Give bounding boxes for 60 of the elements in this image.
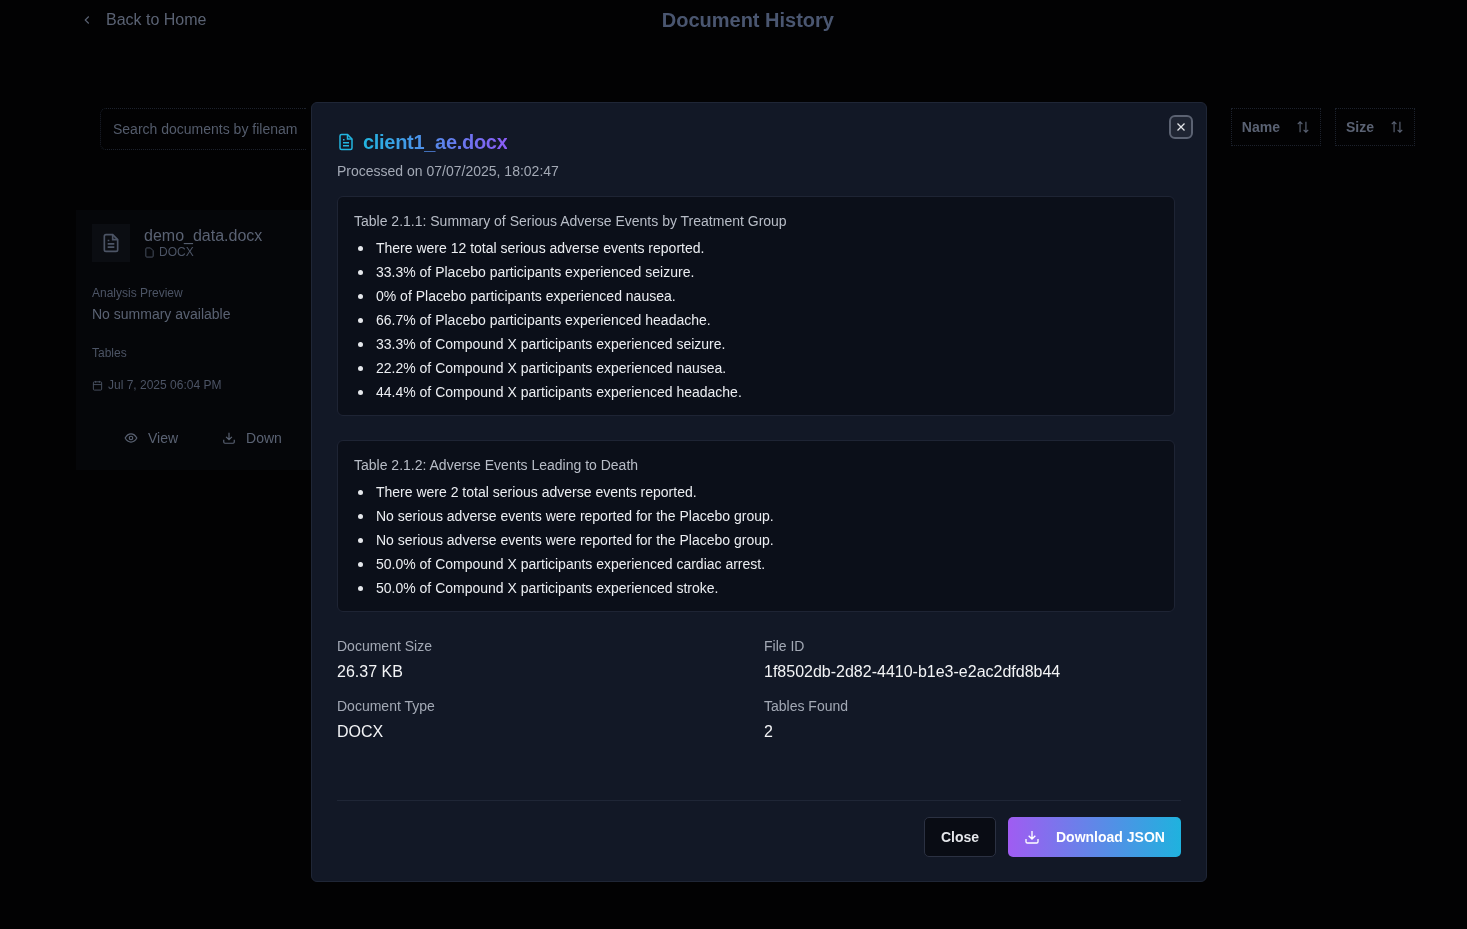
eye-icon — [124, 431, 138, 445]
summary-item: 44.4% of Compound X participants experienced headache. — [376, 384, 742, 400]
download-icon — [1024, 829, 1040, 845]
summary-item: There were 12 total serious adverse events reported. — [376, 240, 705, 256]
table-heading: Table 2.1.1: Summary of Serious Adverse Events by Treatment Group — [354, 213, 788, 229]
detail-label: Tables Found — [764, 698, 850, 714]
calendar-icon — [92, 379, 103, 391]
document-icon — [337, 132, 355, 152]
bullet-icon — [358, 317, 363, 323]
detail-value: 1f8502db-2d82-4410-b1e3-e2ac2dfd8b44 — [764, 663, 1062, 681]
bullet-icon — [358, 537, 363, 543]
bullet-icon — [358, 341, 363, 347]
bullet-icon — [358, 365, 363, 371]
sort-button[interactable]: Size — [1335, 108, 1415, 146]
detail-value: 26.37 KB — [337, 663, 404, 681]
document-type: DOCX — [159, 245, 194, 259]
page-title: Document History — [661, 8, 834, 32]
search-field[interactable]: Search documents by filenam — [101, 109, 306, 149]
summary-item: 33.3% of Compound X participants experienced seizure. — [376, 336, 726, 352]
file-icon — [144, 246, 155, 258]
processed-date: Processed on 07/07/2025, 18:02:47 — [337, 163, 560, 179]
bullet-icon — [358, 561, 363, 567]
detail-label: Document Type — [337, 698, 436, 714]
file-icon — [92, 224, 130, 262]
preview-label: Analysis Preview — [92, 286, 184, 300]
bullet-icon — [358, 585, 363, 591]
detail-value: DOCX — [337, 723, 385, 741]
back-link[interactable]: Back to Home — [80, 11, 207, 29]
download-icon — [222, 431, 237, 445]
bullet-icon — [358, 513, 363, 519]
bullet-icon — [358, 389, 363, 395]
document-date: Jul 7, 2025 06:04 PM — [108, 378, 222, 392]
summary-item: 0% of Placebo participants experienced nausea. — [376, 288, 676, 304]
sort-icon — [1390, 120, 1404, 134]
bullet-icon — [358, 293, 363, 299]
summary-item: 22.2% of Compound X participants experienced nausea. — [376, 360, 727, 376]
summary-item: No serious adverse events were reported for the Placebo group. — [376, 532, 774, 548]
detail-value: 2 — [764, 723, 774, 741]
bullet-icon — [358, 489, 363, 495]
sort-button[interactable]: Name — [1230, 108, 1321, 146]
bullet-icon — [358, 245, 363, 251]
download-json-button[interactable]: Download JSON — [1008, 817, 1181, 857]
tables-label: Tables — [92, 346, 128, 360]
document-name: demo_data.docx — [144, 227, 263, 245]
preview-text: No summary available — [92, 306, 232, 322]
summary-item: There were 2 total serious adverse events reported. — [376, 484, 697, 500]
summary-item: 50.0% of Compound X participants experienced cardiac arrest. — [376, 556, 766, 572]
view-button[interactable]: View — [124, 430, 179, 446]
summary-item: 66.7% of Placebo participants experienced headache. — [376, 312, 711, 328]
sort-icon — [1296, 120, 1310, 134]
table-heading: Table 2.1.2: Adverse Events Leading to Death — [354, 457, 640, 473]
detail-label: Document Size — [337, 638, 433, 654]
close-icon[interactable] — [1169, 115, 1193, 139]
summary-item: 33.3% of Placebo participants experienced seizure. — [376, 264, 695, 280]
close-button[interactable]: Close — [923, 817, 996, 857]
detail-label: File ID — [764, 638, 806, 654]
bullet-icon — [358, 269, 363, 275]
download-button[interactable]: Down — [222, 430, 282, 446]
summary-item: 50.0% of Compound X participants experienced stroke. — [376, 580, 719, 596]
summary-item: No serious adverse events were reported for the Placebo group. — [376, 508, 774, 524]
